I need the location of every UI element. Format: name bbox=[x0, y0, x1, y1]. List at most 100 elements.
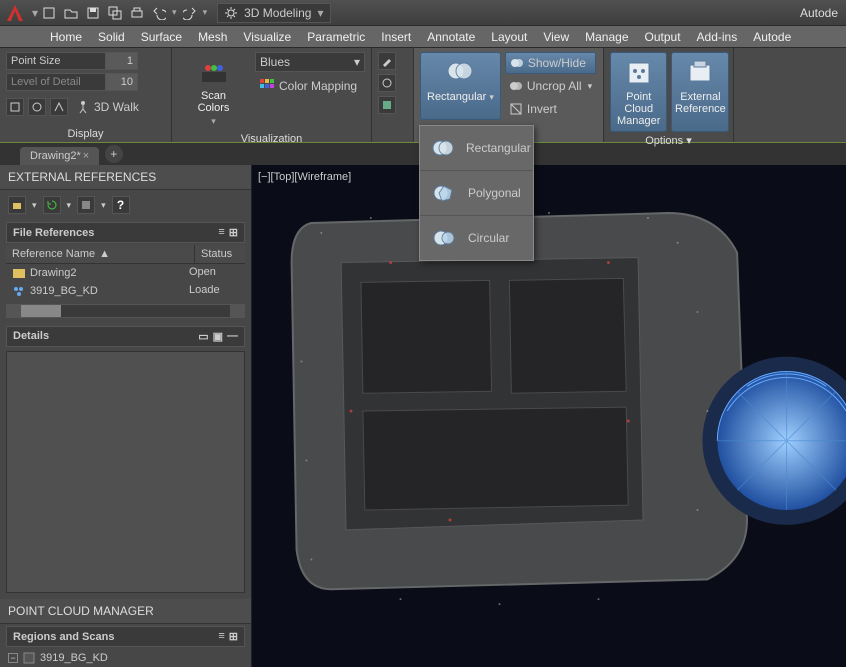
tab-home[interactable]: Home bbox=[50, 30, 82, 44]
point-cloud-manager-button[interactable]: Point Cloud Manager bbox=[610, 52, 667, 132]
col-reference-name[interactable]: Reference Name ▲ bbox=[6, 245, 195, 263]
tree-root-row[interactable]: − 3919_BG_KD bbox=[0, 649, 251, 667]
viewport[interactable]: [−][Top][Wireframe] bbox=[252, 165, 846, 667]
chevron-down-icon[interactable]: ▾ bbox=[67, 200, 72, 211]
help-button[interactable]: ? bbox=[112, 196, 130, 214]
pcm-label: Point Cloud Manager bbox=[617, 91, 660, 127]
details-view2-icon[interactable]: ▣ bbox=[213, 330, 223, 343]
pointcloud-render bbox=[252, 165, 846, 667]
tab-layout[interactable]: Layout bbox=[491, 30, 527, 44]
tool3-button[interactable] bbox=[378, 96, 396, 114]
new-doc-tab[interactable]: + bbox=[105, 145, 123, 163]
undo-dropdown-icon[interactable]: ▾ bbox=[172, 7, 177, 18]
color-mapping-icon bbox=[259, 78, 275, 94]
file-refs-columns: Reference Name ▲ Status bbox=[6, 245, 245, 264]
tab-addins[interactable]: Add-ins bbox=[697, 30, 738, 44]
regions-label: Regions and Scans bbox=[13, 631, 114, 643]
tab-surface[interactable]: Surface bbox=[141, 30, 182, 44]
col-status[interactable]: Status bbox=[195, 245, 245, 263]
tree-collapse-icon[interactable]: − bbox=[8, 653, 18, 663]
open-icon[interactable] bbox=[62, 4, 80, 22]
chevron-down-icon: ▾ bbox=[317, 6, 323, 20]
saveas-icon[interactable] bbox=[106, 4, 124, 22]
chevron-down-icon[interactable]: ▾ bbox=[101, 200, 106, 211]
scan-colors-button[interactable]: Scan Colors ▾ bbox=[178, 52, 249, 131]
tab-overflow[interactable]: Autode bbox=[753, 30, 791, 44]
display-toggle-3[interactable] bbox=[50, 98, 68, 116]
tab-parametric[interactable]: Parametric bbox=[307, 30, 365, 44]
file-ref-row[interactable]: Drawing2 Open bbox=[6, 264, 245, 282]
details-view1-icon[interactable]: ▭ bbox=[198, 330, 208, 343]
tab-annotate[interactable]: Annotate bbox=[427, 30, 475, 44]
refresh-button[interactable] bbox=[43, 196, 61, 214]
undo-icon[interactable] bbox=[150, 4, 168, 22]
pcm-view1-icon[interactable]: ≡ bbox=[218, 630, 224, 643]
plot-icon[interactable] bbox=[128, 4, 146, 22]
workspace-selector[interactable]: 3D Modeling ▾ bbox=[217, 3, 330, 23]
dropdown-item-rectangular[interactable]: Rectangular bbox=[420, 126, 533, 171]
list-view-icon[interactable]: ≡ bbox=[218, 226, 224, 239]
pcm-icon bbox=[623, 57, 655, 89]
chevron-down-icon: ▾ bbox=[588, 81, 593, 92]
panel-tools bbox=[372, 48, 414, 142]
tab-output[interactable]: Output bbox=[645, 30, 681, 44]
dropdown-item-circular[interactable]: Circular bbox=[420, 216, 533, 260]
chevron-down-icon: ▾ bbox=[211, 116, 216, 127]
display-toggle-1[interactable] bbox=[6, 98, 24, 116]
chevron-down-icon[interactable]: ▾ bbox=[32, 200, 37, 211]
tree-view-icon[interactable]: ⊞ bbox=[229, 226, 238, 239]
panel-options-label[interactable]: Options ▾ bbox=[610, 132, 727, 147]
horizontal-scrollbar[interactable] bbox=[6, 304, 245, 318]
tab-view[interactable]: View bbox=[543, 30, 569, 44]
chevron-down-icon: ▾ bbox=[489, 92, 494, 103]
save-icon[interactable] bbox=[84, 4, 102, 22]
tab-insert[interactable]: Insert bbox=[381, 30, 411, 44]
lod-value[interactable]: 10 bbox=[106, 73, 138, 91]
pcm-view2-icon[interactable]: ⊞ bbox=[229, 630, 238, 643]
scan-colors-icon bbox=[198, 56, 230, 88]
details-collapse-icon[interactable]: — bbox=[227, 330, 238, 343]
details-label: Details bbox=[13, 330, 49, 343]
redo-dropdown-icon[interactable]: ▾ bbox=[203, 7, 208, 18]
tab-mesh[interactable]: Mesh bbox=[198, 30, 227, 44]
close-icon[interactable]: × bbox=[83, 150, 95, 162]
pcm-title: POINT CLOUD MANAGER bbox=[0, 599, 251, 624]
doc-tab-label: Drawing2* bbox=[30, 150, 81, 162]
new-icon[interactable] bbox=[40, 4, 58, 22]
walk-icon bbox=[76, 100, 90, 114]
dropdown-rectangular-label: Rectangular bbox=[466, 141, 531, 155]
tab-visualize[interactable]: Visualize bbox=[243, 30, 291, 44]
file-ref-row[interactable]: 3919_BG_KD Loade bbox=[6, 282, 245, 300]
rectangular-crop-button[interactable]: Rectangular▾ bbox=[420, 52, 501, 120]
invert-button[interactable]: Invert bbox=[505, 98, 596, 120]
3d-walk-button[interactable]: 3D Walk bbox=[72, 96, 143, 118]
doc-tab-drawing2[interactable]: Drawing2* × bbox=[20, 147, 99, 165]
uncrop-all-button[interactable]: Uncrop All ▾ bbox=[505, 75, 596, 97]
scroll-right-icon[interactable] bbox=[230, 305, 244, 317]
colorization-combo[interactable]: Blues ▾ bbox=[255, 52, 365, 72]
color-mapping-button[interactable]: Color Mapping bbox=[255, 75, 365, 97]
tool2-button[interactable] bbox=[378, 74, 396, 92]
app-logo[interactable] bbox=[4, 2, 26, 24]
eyedropper-button[interactable] bbox=[378, 52, 396, 70]
dropdown-item-polygonal[interactable]: Polygonal bbox=[420, 171, 533, 216]
extref-tool3[interactable] bbox=[77, 196, 95, 214]
chevron-down-icon: ▾ bbox=[354, 55, 360, 69]
display-toggle-2[interactable] bbox=[28, 98, 46, 116]
show-hide-label: Show/Hide bbox=[528, 56, 586, 70]
app-menu-dropdown-icon[interactable]: ▾ bbox=[32, 6, 38, 20]
scroll-left-icon[interactable] bbox=[7, 305, 21, 317]
attach-button[interactable] bbox=[8, 196, 26, 214]
pointcloud-icon bbox=[12, 284, 26, 298]
point-size-value[interactable]: 1 bbox=[106, 52, 138, 70]
tab-manage[interactable]: Manage bbox=[585, 30, 628, 44]
scroll-thumb[interactable] bbox=[21, 305, 61, 317]
invert-label: Invert bbox=[527, 102, 557, 116]
external-reference-button[interactable]: External Reference bbox=[671, 52, 729, 132]
redo-icon[interactable] bbox=[181, 4, 199, 22]
viewport-controls[interactable]: [−][Top][Wireframe] bbox=[258, 171, 352, 183]
dropdown-polygonal-label: Polygonal bbox=[468, 186, 521, 200]
tab-solid[interactable]: Solid bbox=[98, 30, 125, 44]
viewport-controls-label[interactable]: [−][Top][Wireframe] bbox=[258, 171, 351, 183]
show-hide-button[interactable]: Show/Hide bbox=[505, 52, 596, 74]
